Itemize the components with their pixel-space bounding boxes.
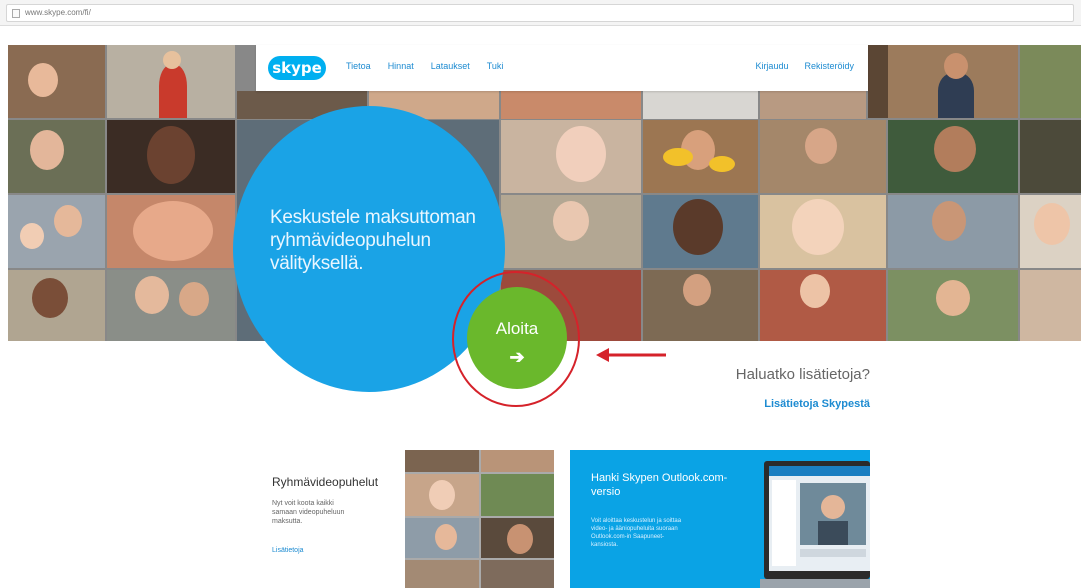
photo-tile — [8, 270, 105, 341]
photo-tile — [107, 120, 235, 193]
photo-tile — [1020, 270, 1081, 341]
outlook-desc: Voit aloittaa keskustelun ja soittaa vid… — [591, 518, 682, 548]
top-nav: skype Tietoa Hinnat Lataukset Tuki Kirja… — [256, 45, 868, 91]
photo-tile — [481, 450, 554, 472]
outlook-card[interactable]: Hanki Skypen Outlook.com-versio Voit alo… — [570, 450, 870, 588]
nav-links: Tietoa Hinnat Lataukset Tuki — [346, 61, 503, 71]
start-button[interactable]: Aloita ➔ — [467, 287, 567, 389]
group-video-card: Ryhmävideopuhelut Nyt voit koota kaikki … — [262, 450, 554, 588]
photo-tile — [501, 120, 641, 193]
photo-tile — [760, 91, 866, 119]
photo-tile — [643, 195, 758, 268]
skype-logo[interactable]: skype — [268, 56, 326, 80]
photo-tile — [1020, 120, 1081, 193]
arrow-right-icon: ➔ — [509, 347, 525, 367]
photo-tile — [643, 91, 758, 119]
hero-headline: Keskustele maksuttoman ryhmävideopuhelun… — [270, 207, 476, 274]
laptop-icon — [760, 461, 870, 588]
browser-address-bar: www.skype.com/fi/ — [0, 0, 1081, 26]
account-links: Kirjaudu Rekisteröidy — [755, 61, 854, 71]
group-video-title: Ryhmävideopuhelut — [272, 475, 379, 489]
nav-link-tietoa[interactable]: Tietoa — [346, 61, 371, 71]
group-video-desc: Nyt voit koota kaikki samaan videopuhelu… — [272, 500, 345, 525]
group-video-link[interactable]: Lisätietoja — [272, 547, 304, 554]
photo-tile — [107, 270, 235, 341]
photo-tile — [888, 120, 1018, 193]
photo-tile — [481, 474, 554, 516]
photo-tile — [888, 195, 1018, 268]
photo-tile — [760, 270, 886, 341]
url-text: www.skype.com/fi/ — [25, 8, 91, 17]
photo-tile — [760, 195, 886, 268]
photo-tile — [1020, 45, 1081, 118]
photo-tile — [107, 195, 235, 268]
photo-tile — [8, 120, 105, 193]
photo-tile — [107, 45, 235, 118]
more-info-link[interactable]: Lisätietoja Skypestä — [700, 398, 870, 410]
start-button-label: Aloita — [495, 319, 539, 338]
photo-tile — [8, 45, 105, 118]
photo-tile — [643, 270, 758, 341]
photo-tile — [501, 91, 641, 119]
photo-tile — [501, 195, 641, 268]
photo-tile — [8, 195, 105, 268]
more-info-question: Haluatko lisätietoja? — [735, 366, 870, 383]
register-link[interactable]: Rekisteröidy — [804, 61, 854, 71]
group-video-photos — [405, 450, 554, 588]
photo-tile — [760, 120, 886, 193]
photo-tile — [405, 518, 479, 558]
nav-link-tuki[interactable]: Tuki — [487, 61, 504, 71]
photo-tile — [481, 560, 554, 588]
photo-tile — [888, 270, 1018, 341]
photo-tile — [643, 120, 758, 193]
url-field[interactable]: www.skype.com/fi/ — [6, 4, 1074, 22]
photo-tile — [405, 474, 479, 516]
sign-in-link[interactable]: Kirjaudu — [755, 61, 788, 71]
page-icon — [12, 9, 20, 18]
nav-link-lataukset[interactable]: Lataukset — [431, 61, 470, 71]
photo-tile — [888, 45, 1018, 118]
outlook-title: Hanki Skypen Outlook.com-versio — [591, 472, 728, 498]
photo-tile — [405, 560, 479, 588]
skype-homepage: www.skype.com/fi/ skype Tietoa Hinnat La… — [0, 0, 1081, 588]
photo-tile — [1020, 195, 1081, 268]
photo-tile — [405, 450, 479, 472]
annotation-arrow-icon — [596, 348, 666, 362]
nav-link-hinnat[interactable]: Hinnat — [388, 61, 414, 71]
photo-tile — [481, 518, 554, 558]
